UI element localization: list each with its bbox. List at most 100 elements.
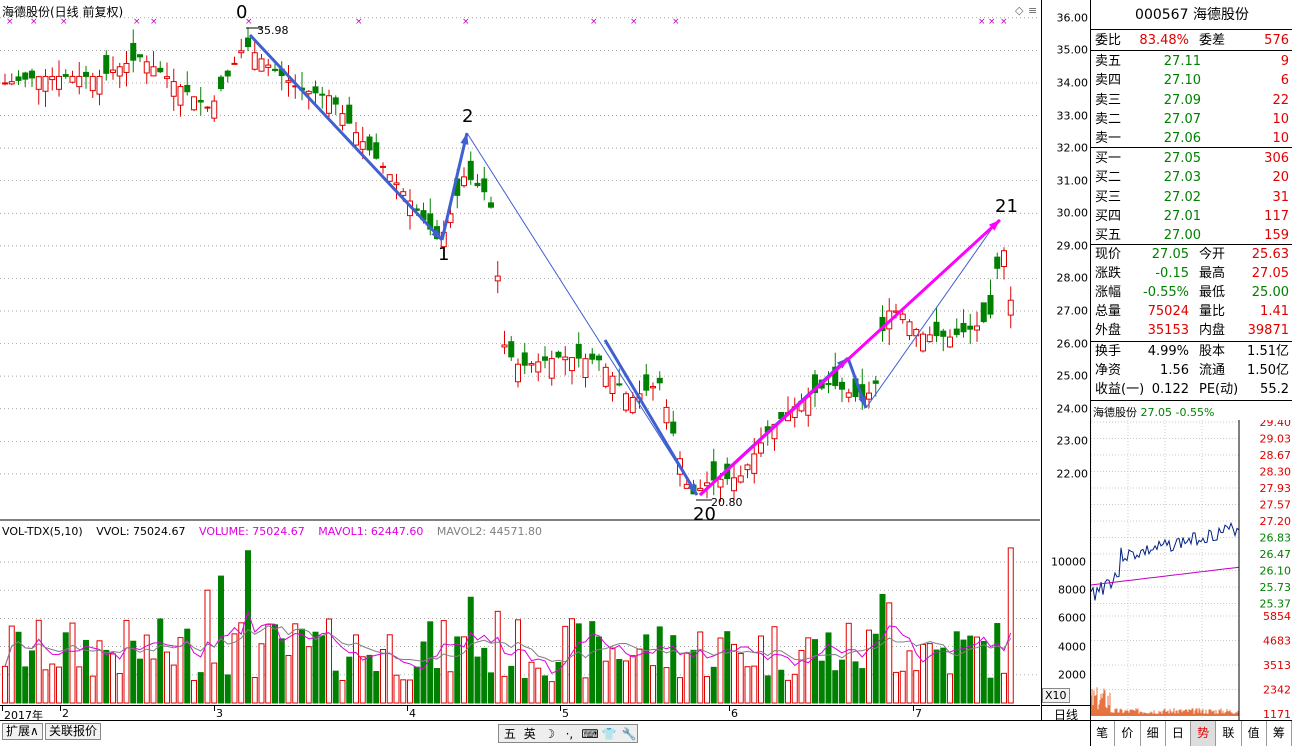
intraday-chart[interactable]: 29.40 29.03 28.67 28.30 27.93 27.57 27.20 26.83… — [1091, 420, 1292, 720]
candle-body — [359, 141, 366, 150]
vol-indicator-name: VOL-TDX(5,10) — [2, 525, 83, 538]
candle-body — [22, 72, 29, 80]
volume-bar — [474, 656, 481, 704]
volume-bar — [515, 619, 521, 704]
stat-row: 总量 75024 量比 1.41 — [1095, 304, 1289, 319]
menu-icon[interactable]: ≡ — [1028, 4, 1037, 17]
right-tab[interactable]: 笔 — [1090, 721, 1116, 746]
volume-bar — [812, 639, 818, 704]
period-label[interactable]: 日线 — [1042, 705, 1090, 722]
candle-body — [501, 344, 508, 348]
volume-bar — [76, 666, 83, 704]
diamond-icon[interactable]: ◇ — [1015, 4, 1023, 17]
price-axis: 36.00 35.00 34.00 33.00 32.00 31.00 30.00 29.00… — [1042, 8, 1090, 518]
keyboard-icon[interactable]: ⌨ — [581, 727, 598, 741]
volume-bar — [764, 675, 771, 704]
volume-bar — [103, 649, 110, 704]
right-tab[interactable]: 日 — [1166, 721, 1191, 746]
kline-chart[interactable]: × × × × × × × × × × × × × × — [0, 0, 1042, 705]
skin-icon[interactable]: 👕 — [601, 727, 617, 741]
candle-body — [656, 377, 663, 384]
volume-bar — [258, 643, 265, 704]
volume-bar — [690, 649, 697, 704]
candle-body — [589, 353, 596, 360]
volume-bar — [866, 629, 872, 704]
volume-bar — [251, 677, 258, 704]
volume-bar — [305, 646, 312, 704]
date-tick: 7 — [915, 707, 922, 720]
volume-bar — [953, 631, 960, 704]
ask-row: 卖三 27.09 22 — [1095, 92, 1289, 108]
candle-body — [157, 67, 164, 73]
volume-bar — [49, 663, 56, 704]
candle-body — [164, 76, 170, 79]
intraday-name: 海德股份 — [1093, 406, 1137, 419]
volume-bar — [488, 672, 494, 704]
volume-bar — [420, 641, 427, 704]
price-tick: 29.00 — [1056, 239, 1089, 253]
volume-bar — [373, 670, 380, 704]
volume-bar — [393, 674, 400, 704]
candle-body — [373, 142, 380, 159]
right-tab[interactable]: 联 — [1216, 721, 1242, 746]
intraday-price-tick: 29.40 — [1260, 420, 1292, 429]
x10-button[interactable]: X10 — [1042, 688, 1070, 703]
candle-body — [515, 363, 521, 383]
expand-tab[interactable]: 扩展∧ — [2, 723, 43, 740]
candle-body — [866, 392, 872, 400]
volume-bar — [920, 643, 926, 704]
volume-bar — [791, 673, 798, 704]
right-tab[interactable]: 价 — [1115, 721, 1141, 746]
volume-bar — [818, 660, 825, 704]
bid-row: 买四 27.01 117 — [1095, 208, 1289, 224]
candle-body — [697, 487, 704, 492]
wave-arrow-magenta — [698, 218, 1002, 497]
candle-body — [906, 321, 913, 337]
wubi-icon[interactable]: 五 — [502, 725, 518, 742]
marker-x: × — [988, 17, 996, 27]
stat-row: 涨幅 -0.55% 最低 25.00 — [1095, 285, 1289, 300]
candle-body — [569, 357, 575, 372]
price-tick: 28.00 — [1056, 271, 1089, 285]
volume-bar — [542, 675, 548, 704]
volume-bar — [629, 655, 636, 704]
volume-bar — [245, 550, 251, 704]
volume-bar — [69, 622, 76, 704]
volume-bar — [535, 667, 542, 704]
right-tab[interactable]: 细 — [1141, 721, 1166, 746]
punct-icon[interactable]: ·, — [561, 727, 577, 741]
marker-x: × — [672, 17, 680, 27]
english-icon[interactable]: 英 — [522, 725, 538, 742]
related-quote-tab[interactable]: 关联报价 — [45, 723, 102, 740]
candle-body — [15, 76, 22, 81]
right-tab[interactable]: 势 — [1191, 721, 1217, 746]
wave-label-2: 2 — [462, 106, 474, 127]
volume-bar — [123, 619, 130, 704]
candle-body — [224, 70, 231, 77]
wrench-icon[interactable]: 🔧 — [621, 727, 637, 741]
volume-bar — [731, 643, 737, 704]
volume-bar — [548, 681, 555, 704]
moon-icon[interactable]: ☽ — [542, 727, 558, 741]
candle-body — [913, 329, 920, 337]
volume-bar — [744, 666, 751, 704]
volume-bar — [845, 622, 852, 704]
ask-row: 卖五 27.11 9 — [1095, 54, 1289, 69]
volume-value: VOLUME: 75024.67 — [199, 525, 305, 538]
stat-row: 外盘 35153 内盘 39871 — [1095, 323, 1289, 338]
right-tab[interactable]: 值 — [1242, 721, 1267, 746]
right-tab[interactable]: 筹 — [1267, 721, 1292, 746]
candle-body — [56, 75, 62, 90]
volume-bar — [1001, 672, 1007, 704]
ime-toolbar: 五 英 ☽ ·, ⌨ 👕 🔧 — [498, 724, 638, 743]
volume-bar — [467, 596, 474, 704]
volume-bar — [859, 668, 866, 704]
intraday-price-tick: 25.73 — [1260, 581, 1292, 594]
volume-bar — [805, 637, 812, 704]
volume-bar — [778, 669, 785, 704]
stat-row: 现价 27.05 今开 25.63 — [1095, 247, 1289, 262]
volume-bar — [737, 652, 744, 704]
candle-body — [89, 75, 96, 92]
candle-body — [542, 356, 548, 361]
volume-bar — [170, 664, 177, 704]
